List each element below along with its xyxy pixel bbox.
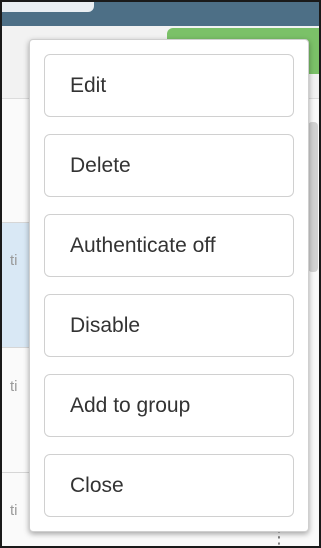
menu-item-close[interactable]: Close	[44, 454, 294, 517]
scrollbar[interactable]	[308, 122, 318, 272]
more-options-icon[interactable]: ⋮	[270, 528, 288, 546]
menu-item-label: Disable	[70, 313, 141, 337]
menu-item-edit[interactable]: Edit	[44, 54, 294, 117]
background-selected-row	[2, 222, 32, 347]
row-fragment-text: ti	[10, 502, 18, 519]
context-menu: Edit Delete Authenticate off Disable Add…	[29, 39, 309, 532]
menu-item-delete[interactable]: Delete	[44, 134, 294, 197]
top-bar-tab	[2, 2, 94, 12]
row-fragment-text: ti	[10, 378, 18, 395]
menu-item-add-to-group[interactable]: Add to group	[44, 374, 294, 437]
menu-item-disable[interactable]: Disable	[44, 294, 294, 357]
app-top-bar	[2, 2, 319, 26]
row-divider	[2, 222, 32, 223]
menu-item-label: Authenticate off	[70, 233, 216, 257]
row-fragment-text: ti	[10, 252, 18, 269]
screen-frame: ti ti ti ⋮ Edit Delete Authenticate off …	[0, 0, 321, 548]
menu-item-label: Delete	[70, 153, 131, 177]
menu-item-label: Add to group	[70, 393, 191, 417]
row-divider	[2, 472, 32, 473]
menu-item-label: Edit	[70, 73, 107, 97]
row-divider	[2, 347, 32, 348]
menu-item-authenticate-off[interactable]: Authenticate off	[44, 214, 294, 277]
menu-item-label: Close	[70, 473, 124, 497]
